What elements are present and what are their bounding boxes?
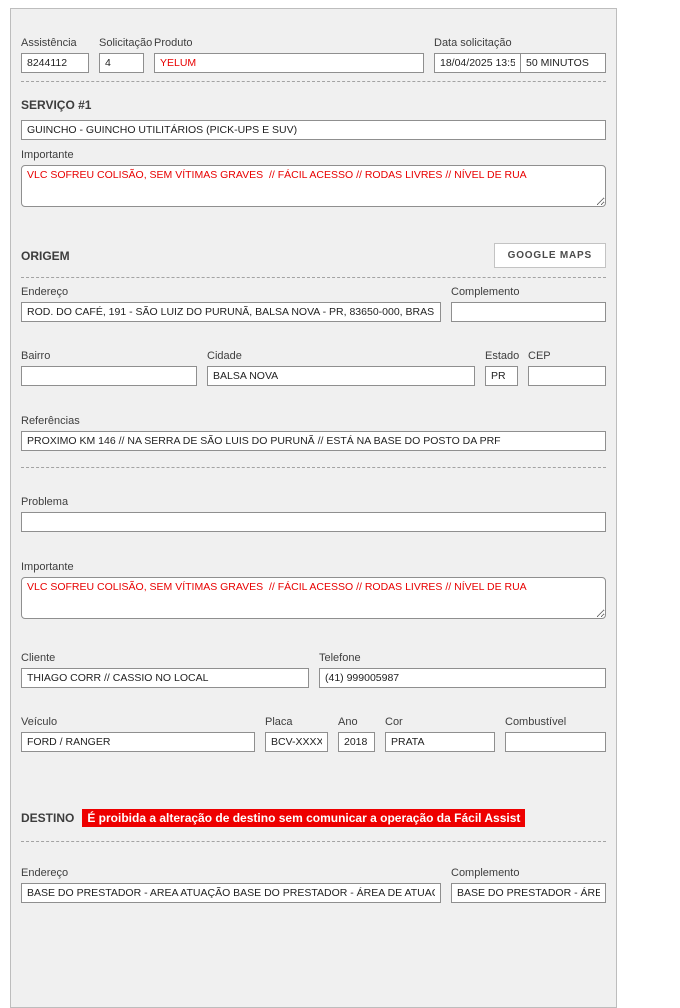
ano-input[interactable] (338, 732, 375, 752)
duracao-input[interactable] (520, 53, 606, 73)
field-origem-importante: Importante VLC SOFREU COLISÃO, SEM VÍTIM… (21, 561, 606, 619)
veiculo-input[interactable] (21, 732, 255, 752)
data-solicitacao-group (434, 53, 606, 73)
cliente-label: Cliente (21, 652, 309, 665)
combustivel-input[interactable] (505, 732, 606, 752)
field-problema: Problema (21, 496, 606, 532)
cidade-input[interactable] (207, 366, 475, 386)
destino-endereco-row: Endereço Complemento (21, 867, 606, 903)
field-cep: CEP (528, 350, 606, 386)
data-solicitacao-input[interactable] (434, 53, 521, 73)
placa-label: Placa (265, 716, 328, 729)
field-solicitacao: Solicitação (99, 37, 144, 73)
origem-complemento-input[interactable] (451, 302, 606, 322)
field-origem-endereco: Endereço (21, 286, 441, 322)
field-veiculo: Veículo (21, 716, 255, 752)
servico-importante-textarea[interactable]: VLC SOFREU COLISÃO, SEM VÍTIMAS GRAVES /… (21, 165, 606, 207)
field-cor: Cor (385, 716, 495, 752)
field-telefone: Telefone (319, 652, 606, 688)
service-form-panel: Assistência Solicitação Produto Data sol… (10, 8, 617, 1008)
cidade-label: Cidade (207, 350, 475, 363)
telefone-label: Telefone (319, 652, 606, 665)
field-assistencia: Assistência (21, 37, 89, 73)
divider (21, 467, 606, 468)
origem-heading: ORIGEM (21, 249, 70, 263)
destino-endereco-input[interactable] (21, 883, 441, 903)
field-placa: Placa (265, 716, 328, 752)
field-bairro: Bairro (21, 350, 197, 386)
assistencia-label: Assistência (21, 37, 89, 50)
field-data-solicitacao: Data solicitação (434, 37, 606, 73)
field-cliente: Cliente (21, 652, 309, 688)
cep-label: CEP (528, 350, 606, 363)
placa-input[interactable] (265, 732, 328, 752)
destino-section-head: DESTINO É proibida a alteração de destin… (21, 809, 606, 827)
google-maps-button[interactable]: GOOGLE MAPS (494, 243, 606, 268)
referencias-label: Referências (21, 415, 606, 428)
field-produto: Produto (154, 37, 424, 73)
divider (21, 277, 606, 278)
data-solicitacao-label: Data solicitação (434, 37, 606, 50)
bairro-input[interactable] (21, 366, 197, 386)
field-destino-endereco: Endereço (21, 867, 441, 903)
origem-endereco-row: Endereço Complemento (21, 286, 606, 322)
bairro-label: Bairro (21, 350, 197, 363)
origem-importante-textarea[interactable]: VLC SOFREU COLISÃO, SEM VÍTIMAS GRAVES /… (21, 577, 606, 619)
origem-importante-label: Importante (21, 561, 606, 574)
produto-input[interactable] (154, 53, 424, 73)
produto-label: Produto (154, 37, 424, 50)
destino-complemento-input[interactable] (451, 883, 606, 903)
field-estado: Estado (485, 350, 518, 386)
problema-label: Problema (21, 496, 606, 509)
origem-endereco-input[interactable] (21, 302, 441, 322)
origem-bairro-row: Bairro Cidade Estado CEP (21, 350, 606, 386)
field-referencias: Referências (21, 415, 606, 451)
solicitacao-input[interactable] (99, 53, 144, 73)
field-combustivel: Combustível (505, 716, 606, 752)
servico-input[interactable] (21, 120, 606, 140)
cliente-input[interactable] (21, 668, 309, 688)
field-origem-complemento: Complemento (451, 286, 606, 322)
telefone-input[interactable] (319, 668, 606, 688)
servico-heading: SERVIÇO #1 (21, 98, 606, 112)
field-servico-importante: Importante VLC SOFREU COLISÃO, SEM VÍTIM… (21, 140, 606, 207)
problema-input[interactable] (21, 512, 606, 532)
destino-complemento-label: Complemento (451, 867, 606, 880)
solicitacao-label: Solicitação (99, 37, 144, 50)
divider (21, 841, 606, 842)
destino-endereco-label: Endereço (21, 867, 441, 880)
origem-complemento-label: Complemento (451, 286, 606, 299)
importante-label: Importante (21, 149, 606, 162)
estado-input[interactable] (485, 366, 518, 386)
header-row: Assistência Solicitação Produto Data sol… (21, 37, 606, 73)
destino-heading: DESTINO (21, 811, 74, 825)
referencias-input[interactable] (21, 431, 606, 451)
veiculo-label: Veículo (21, 716, 255, 729)
cor-input[interactable] (385, 732, 495, 752)
veiculo-row: Veículo Placa Ano Cor Combustível (21, 716, 606, 752)
field-cidade: Cidade (207, 350, 475, 386)
cliente-row: Cliente Telefone (21, 652, 606, 688)
destino-warning-badge: É proibida a alteração de destino sem co… (82, 809, 525, 827)
cor-label: Cor (385, 716, 495, 729)
cep-input[interactable] (528, 366, 606, 386)
ano-label: Ano (338, 716, 375, 729)
combustivel-label: Combustível (505, 716, 606, 729)
field-ano: Ano (338, 716, 375, 752)
divider (21, 81, 606, 82)
origem-endereco-label: Endereço (21, 286, 441, 299)
field-destino-complemento: Complemento (451, 867, 606, 903)
assistencia-input[interactable] (21, 53, 89, 73)
estado-label: Estado (485, 350, 518, 363)
origem-section-head: ORIGEM GOOGLE MAPS (21, 243, 606, 268)
